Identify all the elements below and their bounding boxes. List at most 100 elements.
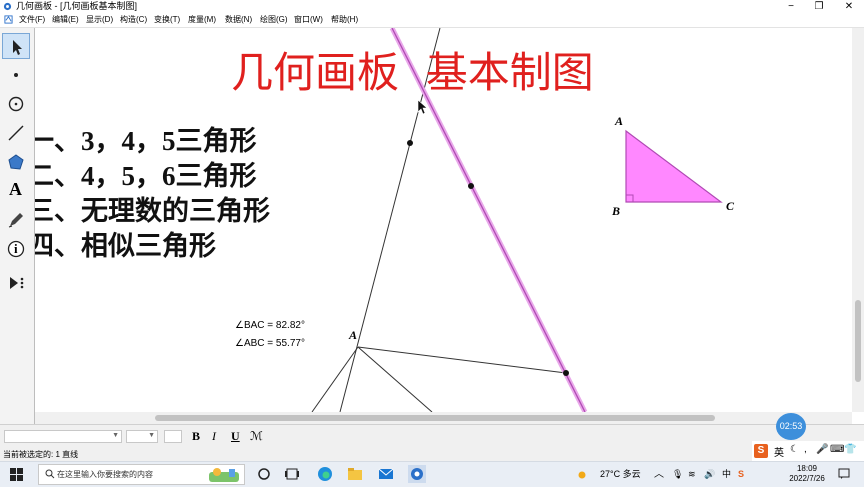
underline-button[interactable]: U [231,428,240,445]
topic-list: 一、3，4，5三角形 二、4，5，6三角形 三、无理数的三角形 四、相似三角形 [35,124,270,264]
sogou-tray-icon[interactable]: S [738,462,744,487]
construction-line-2[interactable] [357,346,567,374]
keyboard-icon[interactable]: ⌨ [830,444,844,455]
topic-item-4[interactable]: 四、相似三角形 [35,229,270,264]
play-more-icon [10,277,24,289]
sketchpad-app-icon[interactable] [408,465,426,483]
shirt-icon[interactable]: 👕 [844,444,856,455]
search-icon [45,469,55,479]
topic-item-3[interactable]: 三、无理数的三角形 [35,194,270,229]
point-tool[interactable] [2,62,30,88]
ime-toolbar: S 英 ☾ , 🎤 ⌨ 👕 [752,441,864,461]
menu-help[interactable]: 帮助(H) [331,13,358,27]
minimize-button[interactable]: − [780,0,802,13]
sun-icon [578,471,586,479]
math-format-button[interactable]: ℳ [250,428,263,445]
measurement-abc[interactable]: ∠ABC = 55.77° [235,338,305,349]
search-highlight-icon [209,468,239,482]
right-triangle[interactable] [625,129,723,203]
mail-icon[interactable] [377,465,395,483]
menu-window[interactable]: 窗口(W) [294,13,323,27]
straightedge-tool[interactable] [2,120,30,146]
moon-icon[interactable]: ☾ [790,444,799,455]
restore-button[interactable]: ❐ [808,0,830,13]
weather-text[interactable]: 27°C 多云 [600,462,641,487]
construction-line-4[interactable] [357,346,433,412]
text-tool[interactable]: A [2,178,30,204]
triangle-label-c[interactable]: C [726,199,734,214]
point-intersection[interactable] [563,370,569,376]
clock-time: 18:09 [796,464,818,473]
taskbar: 在这里输入你要搜索的内容 27°C 多云 ︿ 🎙 ≋ 🔊 中 S 18:09 2… [0,461,864,487]
font-family-select[interactable]: ▼ [4,430,122,443]
file-explorer-icon[interactable] [346,465,364,483]
custom-tools[interactable] [2,270,30,296]
input-language[interactable]: 中 [722,462,731,487]
tray-chevron-icon[interactable]: ︿ [654,462,664,487]
menu-transform[interactable]: 变换(T) [154,13,180,27]
ime-language[interactable]: 英 [774,444,784,459]
triangle-label-a[interactable]: A [615,114,623,129]
clock[interactable]: 18:09 2022/7/26 [784,464,830,484]
title-bar: 几何画板 - [几何画板基本制图] − ❐ ✕ [0,0,864,13]
arrow-select-tool[interactable] [2,33,30,59]
app-icon [3,2,12,11]
menu-display[interactable]: 显示(D) [86,13,113,27]
compass-tool[interactable] [2,91,30,117]
construction-line-3[interactable] [311,346,359,412]
horizontal-scroll-thumb[interactable] [155,415,715,421]
volume-icon[interactable]: 🔊 [704,462,715,487]
chevron-down-icon: ▼ [112,432,119,439]
font-size-select[interactable]: ▼ [126,430,158,443]
information-tool[interactable]: i [2,236,30,262]
status-bar: 当前被选定的: 1 直线 [0,448,864,461]
menu-file[interactable]: 文件(F) [19,13,45,27]
chevron-down-icon: ▼ [148,432,155,439]
cortana-icon[interactable] [255,465,273,483]
task-view-icon[interactable] [283,465,301,483]
topic-item-1[interactable]: 一、3，4，5三角形 [35,124,270,159]
triangle-label-b[interactable]: B [612,204,620,219]
italic-button[interactable]: I [212,428,216,445]
text-toolbar: ▼ ▼ B I U ℳ [0,424,864,448]
pencil-icon [8,213,23,228]
notification-icon[interactable] [838,468,850,480]
menu-measure[interactable]: 度量(M) [188,13,216,27]
toolbox: A i [0,28,35,424]
line-icon [8,125,24,141]
menu-bar: 文件(F) 编辑(E) 显示(D) 构造(C) 变换(T) 度量(M) 数据(N… [0,13,864,28]
menu-data[interactable]: 数据(N) [225,13,252,27]
recording-timer[interactable]: 02:53 [776,413,806,440]
status-text: 当前被选定的: 1 直线 [3,450,79,459]
menu-construct[interactable]: 构造(C) [120,13,147,27]
windows-start-icon[interactable] [10,468,23,481]
ime-tray-icon[interactable]: 🎙 [672,462,683,487]
topic-item-2[interactable]: 二、4，5，6三角形 [35,159,270,194]
point-on-line[interactable] [407,140,413,146]
sogou-icon[interactable]: S [754,444,768,458]
comma-icon[interactable]: , [804,444,807,455]
point-icon [14,73,18,77]
measurement-bac[interactable]: ∠BAC = 82.82° [235,320,305,331]
info-glyph: i [14,241,18,256]
wifi-icon[interactable]: ≋ [688,462,696,487]
microphone-icon[interactable]: 🎤 [816,444,828,455]
taskbar-search[interactable]: 在这里输入你要搜索的内容 [38,464,245,485]
edge-icon[interactable] [316,465,334,483]
menu-edit[interactable]: 编辑(E) [52,13,79,27]
heading-text[interactable]: 几何画板 基本制图 [231,46,594,100]
vertical-scroll-thumb[interactable] [855,300,861,382]
window-title: 几何画板 - [几何画板基本制图] [16,1,137,11]
marker-tool[interactable] [2,207,30,233]
circle-icon [8,96,24,112]
close-button[interactable]: ✕ [838,0,860,13]
sketch-canvas[interactable]: 几何画板 基本制图 一、3，4，5三角形 二、4，5，6三角形 三、无理数的三角… [35,28,852,412]
horizontal-scrollbar[interactable] [35,412,852,424]
point-label-a[interactable]: A [349,328,357,343]
polygon-tool[interactable] [2,149,30,175]
vertical-scrollbar[interactable] [852,28,864,412]
bold-button[interactable]: B [192,428,200,445]
color-select[interactable] [164,430,182,443]
point-on-selected-line[interactable] [468,183,474,189]
menu-graph[interactable]: 绘图(G) [260,13,288,27]
